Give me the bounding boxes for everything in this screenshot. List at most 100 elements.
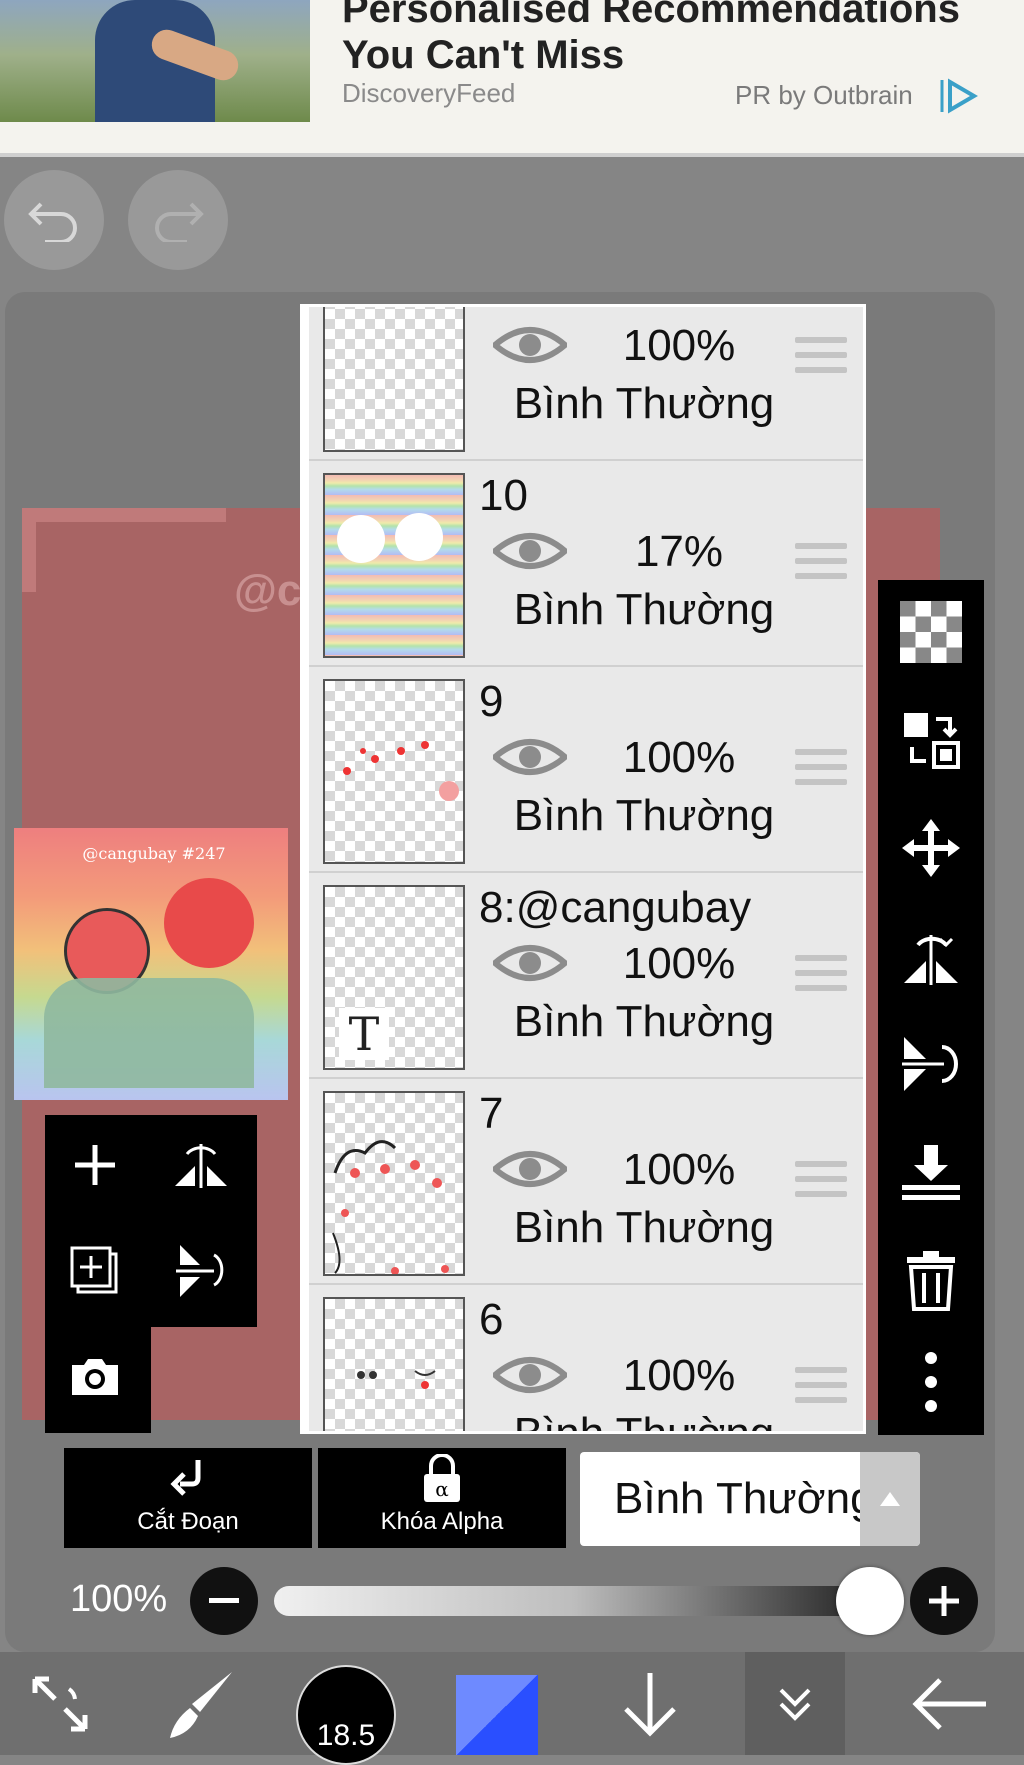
trash-icon: [907, 1251, 955, 1311]
move-button[interactable]: [878, 798, 984, 898]
layer-row[interactable]: 6 100% Bình Thường: [309, 1285, 863, 1434]
triangle-up-icon: [880, 1492, 900, 1506]
layer-row[interactable]: 10 17% Bình Thường: [309, 461, 863, 667]
clipping-button[interactable]: Cắt Đoạn: [64, 1448, 312, 1548]
eye-icon[interactable]: [493, 1351, 567, 1399]
opacity-increase-button[interactable]: [910, 1567, 978, 1635]
brush-size-indicator[interactable]: 18.5: [296, 1665, 396, 1765]
redo-icon: [155, 202, 204, 242]
layer-row[interactable]: 7 100% Bình Thường: [309, 1079, 863, 1285]
opacity-slider-track[interactable]: [274, 1586, 874, 1616]
brush-tool-button[interactable]: [150, 1652, 250, 1755]
more-options-button[interactable]: [878, 1332, 984, 1432]
layer-row[interactable]: T 8:@cangubay 100% Bình Thường: [309, 873, 863, 1079]
merge-down-button[interactable]: [878, 1122, 984, 1222]
camera-icon: [72, 1359, 118, 1395]
layer-thumbnail[interactable]: [323, 307, 465, 452]
clipping-label: Cắt Đoạn: [137, 1508, 239, 1535]
minus-icon: [209, 1598, 239, 1603]
eye-icon[interactable]: [493, 1145, 567, 1193]
drag-handle-icon[interactable]: [795, 1161, 847, 1201]
svg-text:α: α: [435, 1477, 449, 1501]
flip-layer-vertical-button[interactable]: [151, 1221, 251, 1321]
transform-tool-button[interactable]: [10, 1652, 110, 1755]
back-button[interactable]: [895, 1652, 1005, 1755]
eye-icon[interactable]: [493, 939, 567, 987]
ad-sponsor[interactable]: PR by Outbrain: [735, 80, 913, 111]
character-head-right: [164, 878, 254, 968]
layer-thumbnail[interactable]: T: [323, 885, 465, 1070]
arrow-left-icon: [912, 1677, 986, 1730]
alpha-lock-button[interactable]: α Khóa Alpha: [318, 1448, 566, 1548]
layer-name: 6: [479, 1295, 504, 1344]
thumb-circle: [337, 515, 385, 563]
reference-caption: @cangubay #247: [82, 844, 226, 863]
layer-name: 10: [479, 471, 528, 520]
transparent-fill-button[interactable]: [878, 582, 984, 682]
eye-icon[interactable]: [493, 733, 567, 781]
layer-row[interactable]: 11 100% Bình Thường: [309, 307, 863, 461]
layer-thumbnail[interactable]: [323, 679, 465, 864]
opacity-decrease-button[interactable]: [190, 1567, 258, 1635]
layer-blend-mode: Bình Thường: [513, 1409, 775, 1434]
thumb-dots: [343, 741, 459, 801]
adchoices-icon[interactable]: [940, 76, 980, 116]
plus-icon: [75, 1145, 115, 1185]
opacity-value: 100%: [70, 1578, 168, 1620]
layer-opacity: 100%: [622, 733, 736, 782]
blend-mode-select[interactable]: Bình Thường: [580, 1452, 920, 1546]
ad-image[interactable]: [0, 0, 310, 122]
delete-layer-button[interactable]: [878, 1230, 984, 1330]
thumb-faces: [357, 1370, 436, 1389]
brush-icon: [170, 1671, 232, 1738]
layer-thumbnail[interactable]: [323, 473, 465, 658]
layer-tools-panel: [45, 1115, 257, 1327]
drag-handle-icon[interactable]: [795, 337, 847, 377]
camera-tool-panel: [45, 1327, 151, 1433]
drag-handle-icon[interactable]: [795, 955, 847, 995]
redo-button[interactable]: [128, 170, 228, 270]
collapse-panel-button[interactable]: [745, 1652, 845, 1755]
layer-thumbnail[interactable]: [323, 1297, 465, 1431]
eye-icon[interactable]: [493, 321, 567, 369]
blend-mode-toggle[interactable]: [860, 1452, 920, 1546]
flip-layer-horizontal-button[interactable]: [151, 1115, 251, 1215]
flip-horizontal-icon: [175, 1144, 227, 1188]
move-icon: [902, 819, 960, 877]
alpha-lock-icon: α: [424, 1454, 460, 1502]
layer-list[interactable]: 11 100% Bình Thường 10 17% Bình Thường: [300, 304, 866, 1434]
opacity-slider-handle[interactable]: [836, 1567, 904, 1635]
drag-handle-icon[interactable]: [795, 543, 847, 583]
swap-layers-button[interactable]: [878, 690, 984, 790]
layer-thumbnail[interactable]: [323, 1091, 465, 1276]
add-layer-copy-button[interactable]: [45, 1221, 145, 1321]
flip-horizontal-icon: [904, 935, 958, 985]
ad-banner[interactable]: Personalised Recommendations You Can't M…: [0, 0, 1024, 157]
camera-button[interactable]: [45, 1327, 145, 1427]
text-layer-icon: T: [339, 1008, 389, 1060]
undo-button[interactable]: [4, 170, 104, 270]
thumb-circle: [395, 513, 443, 561]
color-picker-button[interactable]: [456, 1675, 538, 1755]
merge-down-icon: [902, 1145, 960, 1200]
drag-handle-icon[interactable]: [795, 749, 847, 789]
add-layer-button[interactable]: [45, 1115, 145, 1215]
flip-vertical-icon: [902, 1037, 958, 1091]
thumb-lace: [332, 1140, 449, 1274]
layer-opacity: 17%: [634, 527, 724, 576]
layer-name: 9: [479, 677, 504, 726]
layer-row[interactable]: 9 100% Bình Thường: [309, 667, 863, 873]
flip-horizontal-button[interactable]: [878, 906, 984, 1006]
ad-title[interactable]: Personalised Recommendations You Can't M…: [342, 0, 1012, 78]
chevron-double-down-icon: [779, 1688, 811, 1721]
artwork-handle-text: @c: [234, 566, 302, 615]
layer-blend-mode: Bình Thường: [513, 791, 775, 840]
import-down-button[interactable]: [600, 1652, 700, 1755]
transform-icon: [32, 1676, 88, 1731]
swap-layers-icon: [904, 713, 960, 769]
flip-vertical-button[interactable]: [878, 1014, 984, 1114]
flip-vertical-icon: [176, 1245, 224, 1297]
drag-handle-icon[interactable]: [795, 1367, 847, 1407]
eye-icon[interactable]: [493, 527, 567, 575]
reference-preview[interactable]: @cangubay #247: [14, 828, 288, 1100]
